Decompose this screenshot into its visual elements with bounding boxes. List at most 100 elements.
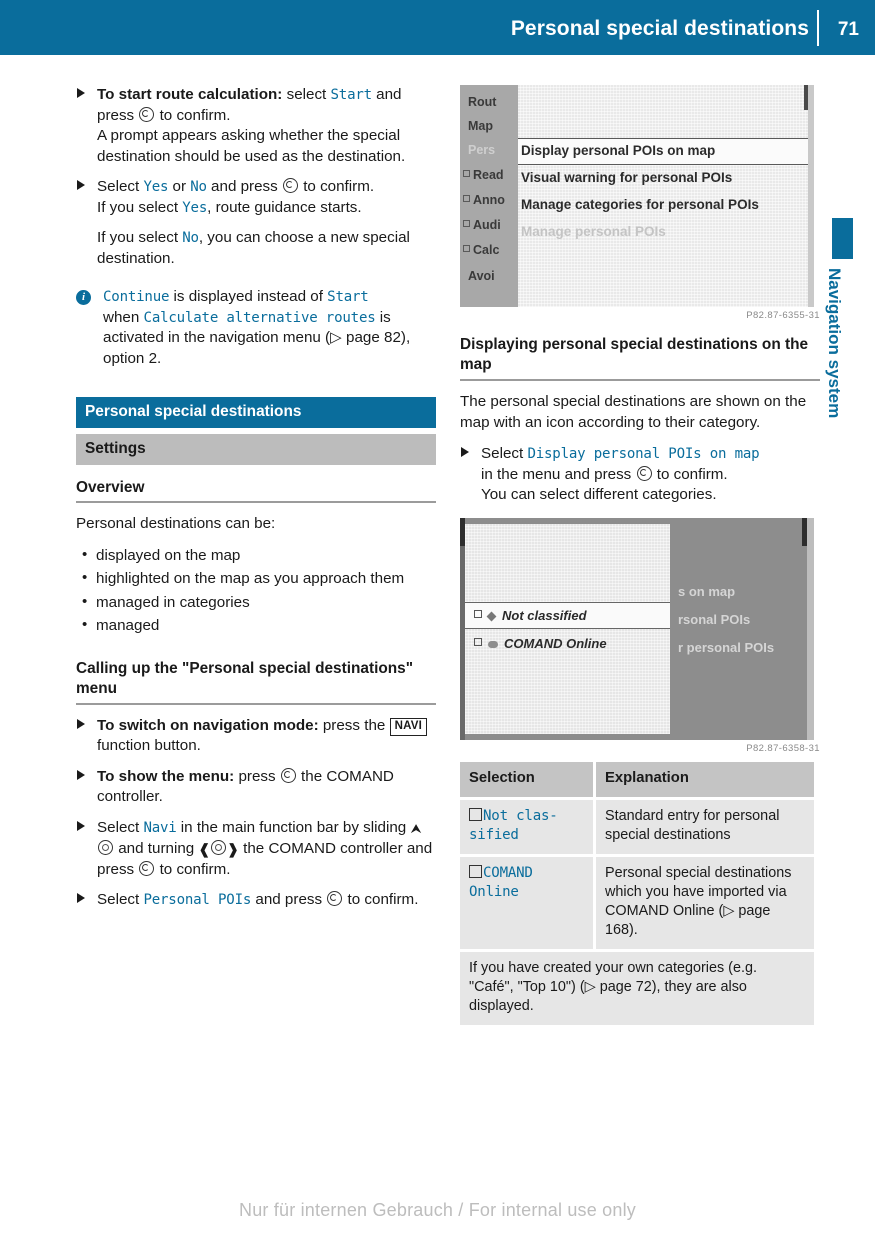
page-ref-arrow-icon: ▷ bbox=[584, 978, 600, 995]
step-text: , route guidance starts. bbox=[207, 198, 362, 216]
comand-press-icon bbox=[282, 178, 298, 193]
table-note-row: If you have created your own categories … bbox=[460, 950, 814, 1028]
mono-no-3: No bbox=[182, 230, 199, 246]
step-text: select bbox=[282, 86, 331, 103]
background-text: r personal POIs bbox=[678, 639, 775, 655]
header-divider bbox=[817, 10, 819, 46]
step-text: and press bbox=[206, 178, 282, 195]
slide-up-icon: ⮝ bbox=[410, 820, 422, 836]
mono-display-personal-pois-on-map: Display personal POIs on map bbox=[527, 446, 760, 462]
comand-sidebar: Rout Map Pers Read Anno Audi Calc Avoi bbox=[460, 85, 518, 307]
comand-slide-icon bbox=[98, 840, 113, 855]
step-text: in the menu and press bbox=[481, 465, 636, 483]
step-text: to confirm. bbox=[652, 465, 728, 483]
step-text: to confirm. bbox=[343, 891, 419, 908]
sidebar-item-calculate[interactable]: Calc bbox=[463, 243, 499, 257]
step-bold-label: To show the menu: bbox=[97, 767, 235, 785]
step-text: to confirm. bbox=[155, 106, 231, 124]
menu-item-manage-categories-for-personal-pois[interactable]: Manage categories for personal POIs bbox=[521, 197, 759, 212]
category-item-comand-online[interactable]: COMAND Online bbox=[474, 636, 607, 651]
checkbox-icon[interactable] bbox=[463, 245, 470, 252]
sidebar-item-avoid[interactable]: Avoi bbox=[468, 269, 495, 283]
step-text: You can select different categories. bbox=[481, 486, 717, 503]
screenshot-background-menu: s on map rsonal POIs r personal POIs bbox=[670, 523, 807, 734]
step-text: Select bbox=[97, 891, 144, 908]
info-icon: i bbox=[76, 290, 91, 305]
overview-intro: Personal destinations can be: bbox=[76, 515, 276, 532]
step-text: in the main function bar by sliding bbox=[176, 818, 411, 836]
sidebar-item-announce[interactable]: Anno bbox=[463, 193, 505, 207]
checkbox-icon[interactable] bbox=[469, 807, 482, 821]
step-text: and press bbox=[251, 891, 327, 908]
step-text: If you select bbox=[97, 198, 183, 216]
menu-item-display-personal-pois-on-map[interactable]: Display personal POIs on map bbox=[521, 143, 715, 158]
sidebar-item-route[interactable]: Rout bbox=[468, 95, 496, 109]
step-arrow-icon bbox=[77, 820, 85, 831]
displaying-intro-paragraph: The personal special destinations are sh… bbox=[460, 393, 807, 431]
navi-function-button[interactable]: NAVI bbox=[389, 717, 427, 736]
heading-displaying-on-map: Displaying personal special destinations… bbox=[460, 335, 820, 381]
background-text: rsonal POIs bbox=[678, 611, 751, 627]
step-text: Select bbox=[97, 818, 144, 836]
chapter-side-tab: Navigation system bbox=[816, 55, 875, 1241]
mono-continue: Continue bbox=[103, 289, 170, 305]
right-column: Rout Map Pers Read Anno Audi Calc Avoi D… bbox=[460, 85, 820, 1028]
checkbox-icon[interactable] bbox=[469, 864, 482, 878]
mono-yes-2: Yes bbox=[182, 199, 208, 216]
step-text: to confirm. bbox=[298, 178, 375, 195]
comand-press-icon bbox=[280, 767, 296, 783]
column-header-selection: Selection bbox=[460, 761, 596, 800]
checkbox-icon[interactable] bbox=[474, 609, 482, 618]
checkbox-icon[interactable] bbox=[474, 637, 482, 646]
sidebar-item-personal[interactable]: Pers bbox=[468, 143, 495, 157]
menu-item-visual-warning-for-personal-pois[interactable]: Visual warning for personal POIs bbox=[521, 170, 732, 185]
mono-navi: Navi bbox=[143, 819, 177, 836]
figure-category-submenu: s on map rsonal POIs r personal POIs Not… bbox=[460, 517, 820, 754]
step-text: to confirm. bbox=[155, 860, 231, 878]
sidebar-item-read[interactable]: Read bbox=[463, 168, 504, 182]
comand-popup-menu: Display personal POIs on map Visual warn… bbox=[518, 85, 814, 307]
page-header: Personal special destinations 71 bbox=[0, 0, 875, 55]
checkbox-icon[interactable] bbox=[463, 195, 470, 202]
comand-turn-icon bbox=[211, 840, 227, 855]
screen-right-edge bbox=[807, 517, 814, 740]
step-switch-on-navigation-mode: To switch on navigation mode: press the … bbox=[76, 716, 436, 757]
screen-right-edge-dark bbox=[804, 85, 808, 110]
turn-left-icon: ❰ bbox=[198, 841, 211, 857]
page-reference: page 82 bbox=[346, 329, 401, 346]
cell-table-note: If you have created your own categories … bbox=[460, 950, 814, 1028]
mono-start-2: Start bbox=[327, 289, 369, 305]
figure-caption: P82.87-6358-31 bbox=[746, 742, 820, 754]
screen-right-edge bbox=[808, 85, 814, 307]
step-show-the-menu: To show the menu: press the COMAND contr… bbox=[76, 767, 436, 808]
step-text: Select bbox=[481, 445, 528, 462]
mono-not-classified-2: sified bbox=[469, 826, 519, 843]
step-select-display-personal-pois: Select Display personal POIs on map in t… bbox=[460, 444, 820, 506]
overview-bullet-list: displayed on the map highlighted on the … bbox=[76, 545, 436, 637]
figure-caption: P82.87-6355-31 bbox=[746, 310, 820, 321]
sidebar-item-audio[interactable]: Audi bbox=[463, 218, 501, 232]
step-text: function button. bbox=[97, 737, 201, 754]
step-text: press the bbox=[318, 716, 390, 734]
screen-left-edge bbox=[460, 517, 465, 740]
step-text: and turning bbox=[114, 840, 199, 857]
step-select-no-detail: If you select No, you can choose a new s… bbox=[76, 228, 436, 269]
checkbox-icon[interactable] bbox=[463, 170, 470, 177]
section-bar-settings: Settings bbox=[76, 434, 436, 465]
note-text: is displayed instead of bbox=[169, 288, 328, 305]
cloud-icon bbox=[488, 640, 498, 648]
background-text: s on map bbox=[678, 583, 736, 599]
step-select-personal-pois: Select Personal POIs and press to confir… bbox=[76, 890, 436, 911]
step-start-route-calculation: To start route calculation: select Start… bbox=[76, 85, 436, 167]
screen-left-edge-dark bbox=[460, 517, 465, 546]
page-number: 71 bbox=[837, 19, 859, 40]
checkbox-icon[interactable] bbox=[463, 220, 470, 227]
column-header-explanation: Explanation bbox=[594, 761, 814, 800]
list-item: managed bbox=[76, 615, 436, 637]
diamond-icon bbox=[486, 611, 497, 621]
list-item: highlighted on the map as you approach t… bbox=[76, 568, 436, 590]
sidebar-item-map[interactable]: Map bbox=[468, 119, 493, 133]
category-item-not-classified[interactable]: Not classified bbox=[474, 608, 587, 623]
comand-press-icon bbox=[636, 465, 652, 481]
list-item: managed in categories bbox=[76, 592, 436, 614]
